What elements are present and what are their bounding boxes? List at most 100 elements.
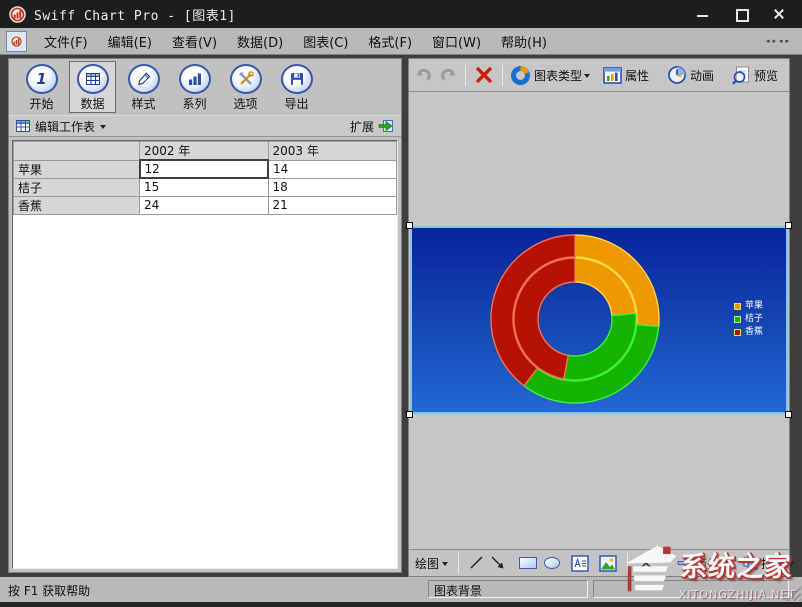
legend-item: 苹果 [734, 301, 763, 312]
legend-item: 香蕉 [734, 327, 763, 338]
chart-panel: 图表类型 属性 动画 [408, 58, 790, 577]
menu-item-help[interactable]: 帮助(H) [491, 32, 557, 55]
expand-label: 扩展 [350, 118, 374, 135]
ribbon-export-button[interactable]: 导出 [273, 61, 320, 113]
menu-item-view[interactable]: 查看(V) [162, 32, 227, 55]
app-logo-icon [9, 6, 26, 23]
ribbon-data-button[interactable]: 数据 [69, 61, 116, 113]
legend-label: 苹果 [745, 301, 763, 312]
arrange-icon [743, 557, 758, 570]
selection-handle[interactable] [785, 411, 792, 418]
status-help-text: 按 F1 获取帮助 [8, 582, 90, 599]
table-row: 香蕉2421 [14, 196, 397, 214]
window-title: Swiff Chart Pro - [图表1] [34, 5, 236, 24]
menu-item-edit[interactable]: 编辑(E) [98, 32, 162, 55]
ellipse-icon [543, 555, 561, 571]
textbox-icon [571, 555, 589, 572]
menu-item-chart[interactable]: 图表(C) [293, 32, 358, 55]
ribbon-series-button[interactable]: 系列 [171, 61, 218, 113]
data-cell[interactable]: 15 [140, 178, 269, 196]
data-cell[interactable]: 21 [268, 196, 397, 214]
chart-workspace[interactable]: 苹果桔子香蕉 [409, 92, 789, 549]
toolbar-separator [465, 65, 466, 86]
picture-tool-button[interactable] [599, 555, 617, 572]
step-ribbon: 1 开始 数据 样式 [9, 59, 401, 115]
delete-button[interactable] [471, 63, 497, 87]
minimize-button[interactable] [696, 7, 710, 21]
arrow-icon [490, 555, 506, 571]
chart-toolbar: 图表类型 属性 动画 [409, 59, 789, 92]
table-corner-cell[interactable] [14, 142, 140, 161]
column-header[interactable]: 2002 年 [140, 142, 269, 161]
arrange-button[interactable]: 排列 [743, 555, 794, 572]
status-bar: 按 F1 获取帮助 图表背景 [0, 577, 802, 602]
rectangle-tool-button[interactable] [518, 555, 538, 571]
table-icon [77, 64, 109, 94]
selection-handle[interactable] [406, 411, 413, 418]
properties-button[interactable]: 属性 [601, 65, 653, 86]
legend-swatch [734, 316, 741, 323]
redo-button[interactable] [436, 63, 460, 87]
column-header[interactable]: 2003 年 [268, 142, 397, 161]
data-cell[interactable]: 18 [268, 178, 397, 196]
line-tool-button[interactable] [469, 555, 485, 571]
line-icon [469, 555, 485, 571]
row-header[interactable]: 香蕉 [14, 196, 140, 214]
maximize-button[interactable] [734, 7, 748, 21]
menu-item-format[interactable]: 格式(F) [358, 32, 422, 55]
menu-item-data[interactable]: 数据(D) [227, 32, 293, 55]
undo-button[interactable] [412, 63, 436, 87]
chart-legend: 苹果桔子香蕉 [734, 301, 763, 338]
ribbon-start-button[interactable]: 1 开始 [18, 61, 65, 113]
arrow-style-icon [677, 557, 692, 569]
rotate-icon [638, 555, 656, 571]
transform-tool-button[interactable] [638, 555, 656, 571]
document-icon[interactable] [6, 31, 27, 52]
undo-icon [414, 65, 434, 85]
selection-handle[interactable] [785, 222, 792, 229]
preview-button[interactable]: 预览 [730, 63, 782, 87]
window-bottom-edge [0, 602, 802, 607]
worksheet-grid-icon [16, 119, 30, 133]
ribbon-style-button[interactable]: 样式 [120, 61, 167, 113]
legend-swatch [734, 303, 741, 310]
data-cell[interactable]: 24 [140, 196, 269, 214]
animation-button[interactable]: 动画 [665, 63, 718, 87]
data-cell[interactable]: 14 [268, 160, 397, 178]
row-header[interactable]: 桔子 [14, 178, 140, 196]
delete-x-icon [473, 65, 495, 85]
pencil-icon [128, 64, 160, 94]
menu-item-window[interactable]: 窗口(W) [422, 32, 491, 55]
tools-icon [230, 64, 262, 94]
arrow-style-button[interactable]: 箭头 [677, 555, 728, 572]
expand-button[interactable]: 扩展 [350, 118, 394, 135]
textbox-tool-button[interactable] [571, 555, 589, 572]
worksheet-area[interactable]: 2002 年2003 年 苹果1214桔子1518香蕉2421 [12, 140, 398, 569]
rectangle-icon [518, 555, 538, 571]
chevron-down-icon [788, 562, 794, 566]
data-cell[interactable]: 12 [140, 160, 269, 178]
draw-menu-button[interactable]: 绘图 [415, 555, 448, 572]
ellipse-tool-button[interactable] [543, 555, 561, 571]
mdi-window-buttons[interactable]: ◂▸◂▸ [766, 37, 792, 45]
start-icon: 1 [26, 64, 58, 94]
table-row: 桔子1518 [14, 178, 397, 196]
picture-icon [599, 555, 617, 572]
bar-chart-icon [179, 64, 211, 94]
ribbon-options-button[interactable]: 选项 [222, 61, 269, 113]
chevron-down-icon[interactable] [100, 125, 106, 129]
selection-handle[interactable] [406, 222, 413, 229]
chart-canvas[interactable]: 苹果桔子香蕉 [410, 226, 788, 414]
title-bar: Swiff Chart Pro - [图表1] [0, 0, 802, 28]
worksheet-header-label[interactable]: 编辑工作表 [35, 118, 95, 135]
row-header[interactable]: 苹果 [14, 160, 140, 178]
data-panel: 1 开始 数据 样式 [8, 58, 402, 573]
drawing-toolbar: 绘图 [409, 549, 789, 576]
menu-item-file[interactable]: 文件(F) [34, 32, 98, 55]
arrow-tool-button[interactable] [490, 555, 506, 571]
redo-icon [438, 65, 458, 85]
chart-type-button[interactable]: 图表类型 [508, 63, 592, 88]
close-button[interactable] [772, 7, 786, 21]
legend-label: 香蕉 [745, 327, 763, 338]
chevron-down-icon [722, 562, 728, 566]
